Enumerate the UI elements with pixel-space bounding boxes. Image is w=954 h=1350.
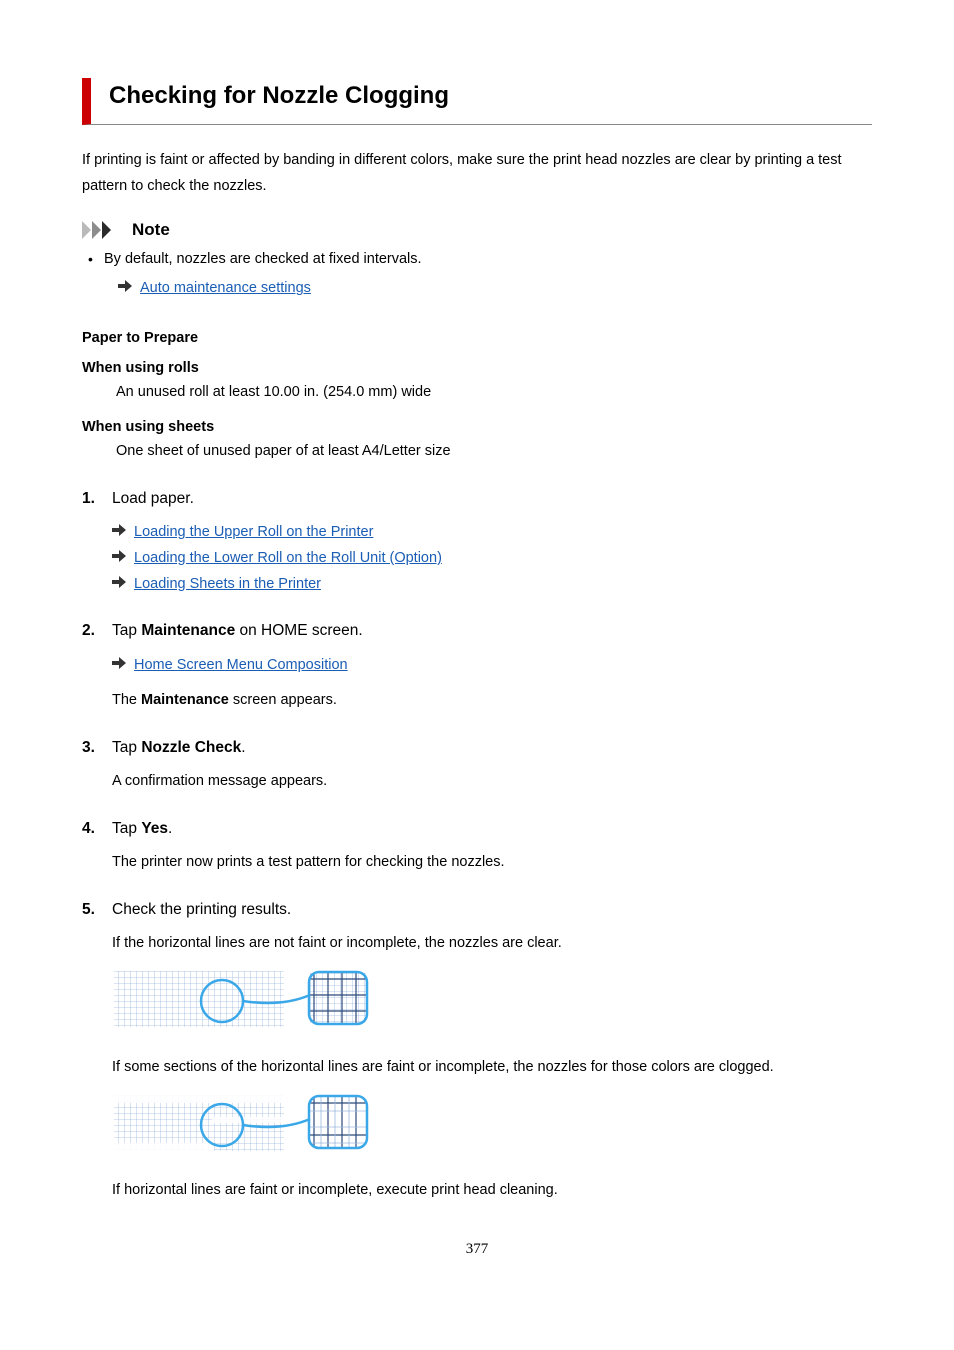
step-2: Tap Maintenance on HOME screen. Home Scr… — [82, 619, 872, 712]
note-bullet-item: By default, nozzles are checked at fixed… — [82, 249, 872, 301]
steps-list: Load paper. Loading the Upper Roll on th… — [82, 487, 872, 1202]
loading-upper-roll-link[interactable]: Loading the Upper Roll on the Printer — [134, 522, 373, 544]
note-bullet-text: By default, nozzles are checked at fixed… — [104, 251, 422, 267]
step-1-head: Load paper. — [112, 487, 194, 510]
step-4: Tap Yes. The printer now prints a test p… — [82, 817, 872, 874]
arrow-icon — [118, 278, 132, 300]
step-5-p2: If some sections of the horizontal lines… — [112, 1057, 872, 1079]
note-label: Note — [132, 217, 170, 243]
page-number: 377 — [82, 1238, 872, 1261]
home-screen-menu-link[interactable]: Home Screen Menu Composition — [134, 655, 348, 677]
arrow-icon — [112, 574, 126, 596]
arrow-icon — [112, 522, 126, 544]
auto-maintenance-link[interactable]: Auto maintenance settings — [140, 278, 311, 300]
step-3: Tap Nozzle Check. A confirmation message… — [82, 736, 872, 793]
nozzle-pattern-clear — [112, 965, 872, 1043]
intro-paragraph: If printing is faint or affected by band… — [82, 147, 872, 199]
step-5: Check the printing results. If the horiz… — [82, 898, 872, 1202]
rolls-text: An unused roll at least 10.00 in. (254.0… — [116, 382, 872, 404]
step-1: Load paper. Loading the Upper Roll on th… — [82, 487, 872, 596]
step-4-head: Tap Yes. — [112, 817, 172, 840]
note-chevrons-icon — [82, 221, 124, 239]
note-bullet-list: By default, nozzles are checked at fixed… — [82, 249, 872, 301]
step-2-head: Tap Maintenance on HOME screen. — [112, 619, 363, 642]
step-4-result: The printer now prints a test pattern fo… — [112, 852, 872, 874]
step-number — [82, 619, 104, 642]
step-5-p3: If horizontal lines are faint or incompl… — [112, 1180, 872, 1202]
step-number — [82, 736, 104, 759]
step-3-result: A confirmation message appears. — [112, 771, 872, 793]
step-5-p1: If the horizontal lines are not faint or… — [112, 933, 872, 955]
page-title: Checking for Nozzle Clogging — [109, 78, 872, 114]
sheets-text: One sheet of unused paper of at least A4… — [116, 441, 872, 463]
step-5-head: Check the printing results. — [112, 898, 291, 921]
loading-sheets-link[interactable]: Loading Sheets in the Printer — [134, 574, 321, 596]
nozzle-pattern-clogged — [112, 1089, 872, 1167]
note-header: Note — [82, 217, 872, 243]
step-number — [82, 898, 104, 921]
when-using-sheets-header: When using sheets — [82, 417, 872, 439]
paper-to-prepare-header: Paper to Prepare — [82, 328, 872, 350]
page-title-block: Checking for Nozzle Clogging — [82, 78, 872, 125]
step-3-head: Tap Nozzle Check. — [112, 736, 246, 759]
loading-lower-roll-link[interactable]: Loading the Lower Roll on the Roll Unit … — [134, 548, 442, 570]
step-number — [82, 487, 104, 510]
arrow-icon — [112, 548, 126, 570]
arrow-icon — [112, 655, 126, 677]
step-2-result: The Maintenance screen appears. — [112, 690, 872, 712]
when-using-rolls-header: When using rolls — [82, 358, 872, 380]
step-number — [82, 817, 104, 840]
